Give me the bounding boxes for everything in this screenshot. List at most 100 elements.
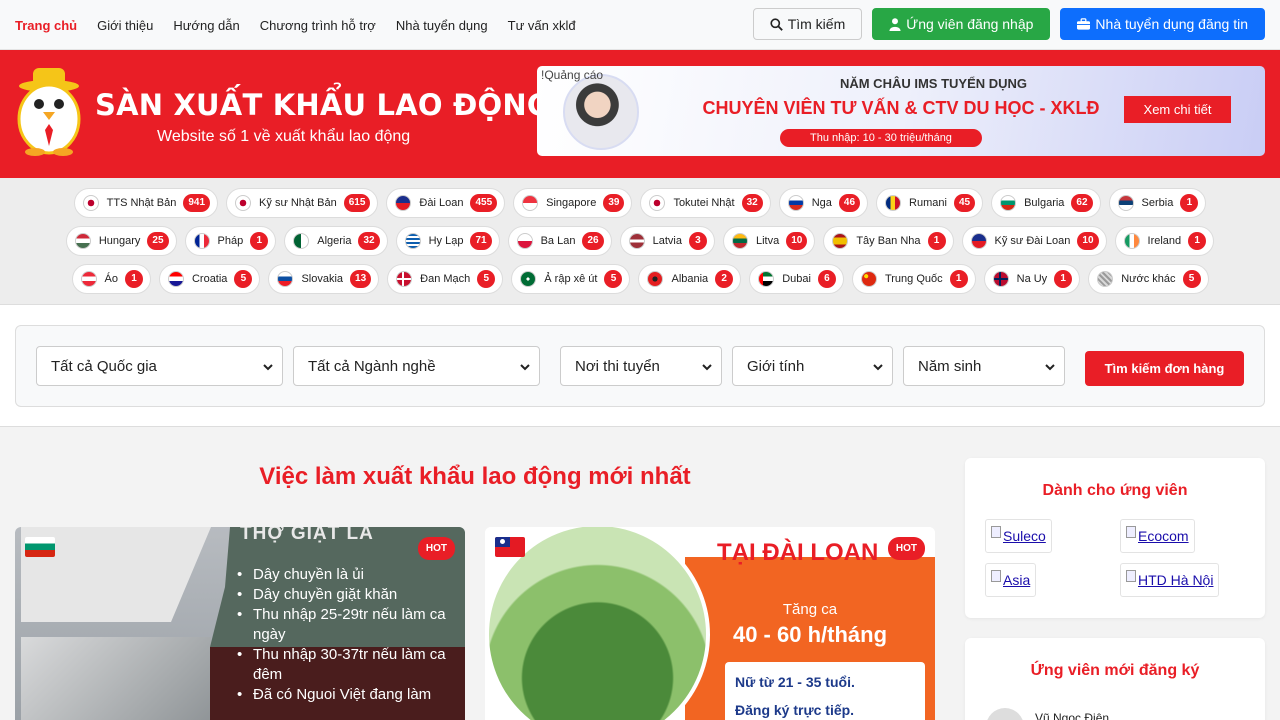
- partner-link-htd-hanoi[interactable]: HTD Hà Nội: [1120, 563, 1220, 597]
- briefcase-icon: [1077, 18, 1091, 30]
- search-orders-button[interactable]: Tìm kiếm đơn hàng: [1085, 351, 1244, 386]
- country-chip[interactable]: Slovakia 13: [268, 264, 380, 294]
- country-chip[interactable]: Nước khác 5: [1088, 264, 1209, 294]
- search-icon: [770, 17, 783, 31]
- ad-cta-button[interactable]: Xem chi tiết: [1124, 96, 1231, 123]
- country-chip[interactable]: Kỹ sư Đài Loan 10: [961, 226, 1107, 256]
- country-chip[interactable]: TTS Nhật Bản 941: [73, 188, 219, 218]
- country-chip[interactable]: Ả rập xê út 5: [511, 264, 631, 294]
- nav-link-guide[interactable]: Hướng dẫn: [173, 18, 239, 33]
- nav-link-about[interactable]: Giới thiệu: [97, 18, 153, 33]
- birth-year-select[interactable]: Năm sinh: [903, 346, 1065, 386]
- country-chip[interactable]: Kỹ sư Nhật Bản 615: [226, 188, 379, 218]
- search-button-label: Tìm kiếm: [787, 16, 846, 32]
- country-chip[interactable]: Hy Lạp 71: [395, 226, 500, 256]
- nav-link-home[interactable]: Trang chủ: [15, 18, 77, 33]
- candidate-partners-panel: Dành cho ứng viên Suleco Ecocom Asia HTD…: [965, 458, 1265, 618]
- country-name: Slovakia: [301, 273, 344, 285]
- partner-link-ecocom[interactable]: Ecocom: [1120, 519, 1195, 553]
- country-count-badge: 5: [1182, 270, 1201, 288]
- country-name: Tokutei Nhật: [673, 197, 735, 209]
- flag-icon: [758, 271, 775, 287]
- country-chip[interactable]: Albania 2: [638, 264, 742, 294]
- country-select[interactable]: Tất cả Quốc gia: [36, 346, 283, 386]
- country-count-badge: 6: [817, 270, 836, 288]
- country-chip[interactable]: Nga 46: [778, 188, 869, 218]
- country-filter-bar: TTS Nhật Bản 941 Kỹ sư Nhật Bản 615 Đài Loan…: [0, 178, 1280, 305]
- country-name: Trung Quốc: [884, 273, 943, 285]
- country-count-badge: 2: [715, 270, 734, 288]
- country-chip[interactable]: Hungary 25: [65, 226, 177, 256]
- country-count-badge: 32: [741, 194, 763, 212]
- job-card-line: Đã có Nguoi Việt đang làm: [237, 685, 462, 705]
- search-section: Tất cả Quốc gia Tất cả Ngành nghề Nơi th…: [0, 305, 1280, 427]
- candidate-name[interactable]: Vũ Ngọc Điện: [1035, 711, 1109, 720]
- industry-select[interactable]: Tất cả Ngành nghề: [293, 346, 540, 386]
- flag-icon: [885, 195, 902, 211]
- nav-link-employers[interactable]: Nhà tuyển dụng: [396, 18, 488, 33]
- section-title: Việc làm xuất khẩu lao động mới nhất: [259, 463, 691, 490]
- job-card-line: Nữ từ 21 - 35 tuổi.: [735, 674, 855, 690]
- country-chip[interactable]: Na Uy 1: [983, 264, 1081, 294]
- country-chip[interactable]: Đài Loan 455: [386, 188, 506, 218]
- nav-link-support[interactable]: Chương trình hỗ trợ: [260, 18, 376, 33]
- country-chip[interactable]: Trung Quốc 1: [851, 264, 976, 294]
- employer-post-button[interactable]: Nhà tuyển dụng đăng tin: [1060, 8, 1265, 40]
- country-chip[interactable]: Áo 1: [71, 264, 151, 294]
- chevron-down-icon: [702, 364, 712, 371]
- country-chip[interactable]: Croatia 5: [158, 264, 261, 294]
- candidate-login-button[interactable]: Ứng viên đăng nhập: [872, 8, 1051, 40]
- country-chip[interactable]: Bulgaria 62: [991, 188, 1101, 218]
- country-chip[interactable]: Tây Ban Nha 1: [823, 226, 954, 256]
- country-chip[interactable]: Dubai 6: [749, 264, 844, 294]
- country-chip[interactable]: Serbia 1: [1108, 188, 1207, 218]
- country-name: Hungary: [98, 235, 141, 247]
- country-chip[interactable]: Ba Lan 26: [507, 226, 612, 256]
- country-row: TTS Nhật Bản 941 Kỹ sư Nhật Bản 615 Đài Loan…: [0, 188, 1280, 218]
- country-chip[interactable]: Pháp 1: [184, 226, 277, 256]
- job-card-line: Thu nhập 30-37tr nếu làm ca đêm: [237, 645, 462, 685]
- exam-location-select[interactable]: Nơi thi tuyển: [560, 346, 722, 386]
- flag-canton: [495, 537, 510, 547]
- flag-icon: [649, 195, 666, 211]
- gender-select[interactable]: Giới tính: [732, 346, 893, 386]
- partner-name: HTD Hà Nội: [1138, 572, 1214, 588]
- exam-location-value: Nơi thi tuyển: [575, 357, 660, 375]
- job-card[interactable]: THỢ GIẶT LÀ Dây chuyền là ủi Dây chuyền …: [15, 527, 465, 720]
- country-name: Pháp: [217, 235, 244, 247]
- country-chip[interactable]: Tokutei Nhật 32: [640, 188, 771, 218]
- search-button[interactable]: Tìm kiếm: [752, 8, 863, 40]
- country-chip[interactable]: Ireland 1: [1114, 226, 1215, 256]
- country-chip[interactable]: Đan Mạch 5: [387, 264, 504, 294]
- job-card-line: Thu nhập 25-29tr nếu làm ca ngày: [237, 605, 462, 645]
- job-card-overtime: Tăng ca: [782, 601, 838, 618]
- chevron-down-icon: [1045, 364, 1055, 371]
- country-count-badge: 5: [234, 270, 253, 288]
- job-card-line: Đăng ký trực tiếp.: [735, 702, 855, 718]
- country-count-badge: 71: [470, 232, 492, 250]
- country-chip[interactable]: Latvia 3: [619, 226, 715, 256]
- country-chip[interactable]: Singapore 39: [513, 188, 633, 218]
- country-chip[interactable]: Rumani 45: [876, 188, 984, 218]
- flag-icon: [860, 271, 877, 287]
- flag-icon: [516, 233, 533, 249]
- country-count-badge: 13: [350, 270, 372, 288]
- country-name: Áo: [104, 273, 118, 285]
- flag-icon: [970, 233, 987, 249]
- site-logo[interactable]: SÀN XUẤT KHẨU LAO ĐỘNG .COM Website số 1…: [15, 64, 648, 156]
- country-name: Latvia: [652, 235, 682, 247]
- nav-link-consulting[interactable]: Tư vấn xklđ: [508, 18, 576, 33]
- ad-banner[interactable]: !Quảng cáo NĂM CHÂU IMS TUYỂN DỤNG CHUYÊ…: [537, 66, 1265, 156]
- job-card-hours: 40 - 60 h/tháng: [732, 622, 888, 647]
- broken-image-icon: [1126, 526, 1136, 538]
- broken-image-icon: [1126, 570, 1136, 582]
- partner-link-asia[interactable]: Asia: [985, 563, 1037, 597]
- flag-icon: [1117, 195, 1134, 211]
- job-card[interactable]: TẠI ĐÀI LOAN Tăng ca 40 - 60 h/tháng Nữ …: [485, 527, 935, 720]
- country-count-badge: 25: [147, 232, 169, 250]
- flag-icon: [396, 271, 413, 287]
- country-chip[interactable]: Algeria 32: [284, 226, 388, 256]
- partner-link-suleco[interactable]: Suleco: [985, 519, 1052, 553]
- country-chip[interactable]: Litva 10: [722, 226, 816, 256]
- flag-icon: [82, 195, 99, 211]
